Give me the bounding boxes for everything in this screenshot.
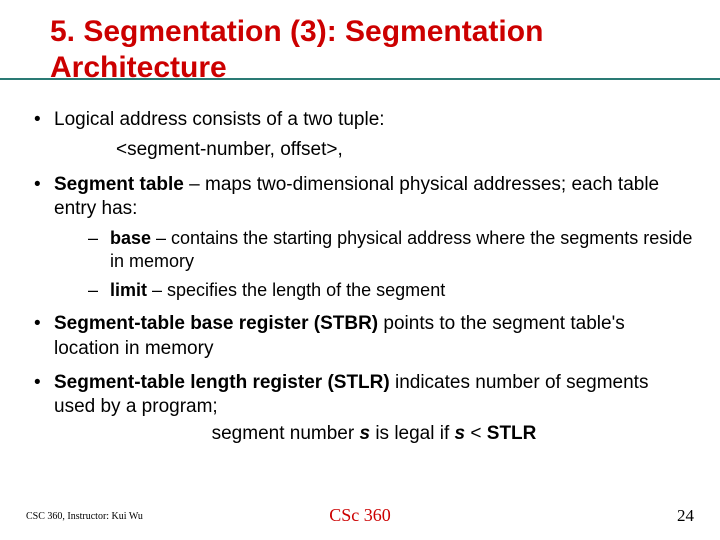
bullet-2-lead: Segment table bbox=[54, 174, 184, 195]
slide-body: Logical address consists of a two tuple:… bbox=[26, 108, 694, 446]
footer-center: CSc 360 bbox=[0, 505, 720, 526]
b4-l2-c: < bbox=[465, 423, 487, 444]
bullet-3: Segment-table base register (STBR) point… bbox=[26, 312, 694, 361]
bullet-2: Segment table – maps two-dimensional phy… bbox=[26, 173, 694, 303]
title-underline bbox=[0, 78, 720, 80]
bullet-2-sub-2-rest: – specifies the length of the segment bbox=[147, 280, 445, 300]
bullet-2-sub-1-lead: base bbox=[110, 228, 151, 248]
bullet-1-sub: <segment-number, offset>, bbox=[116, 138, 694, 162]
b4-l2-b: is legal if bbox=[370, 423, 454, 444]
b4-l2-d: STLR bbox=[487, 423, 537, 444]
slide-number: 24 bbox=[677, 506, 694, 526]
b4-l2-a: segment number bbox=[212, 423, 360, 444]
bullet-2-sub-1-rest: – contains the starting physical address… bbox=[110, 228, 692, 271]
bullet-2-sub-1: base – contains the starting physical ad… bbox=[88, 227, 694, 273]
b4-l2-s1: s bbox=[359, 423, 370, 444]
bullet-2-sub-2-lead: limit bbox=[110, 280, 147, 300]
bullet-2-sub-2: limit – specifies the length of the segm… bbox=[88, 279, 694, 302]
bullet-4-line2: segment number s is legal if s < STLR bbox=[54, 422, 694, 446]
b4-l2-s2: s bbox=[455, 423, 466, 444]
slide-title: 5. Segmentation (3): Segmentation Archit… bbox=[50, 14, 694, 86]
bullet-1: Logical address consists of a two tuple:… bbox=[26, 108, 694, 163]
bullet-1-text: Logical address consists of a two tuple: bbox=[54, 109, 385, 130]
bullet-3-lead: Segment-table base register (STBR) bbox=[54, 313, 378, 334]
bullet-4: Segment-table length register (STLR) ind… bbox=[26, 371, 694, 446]
bullet-4-lead: Segment-table length register (STLR) bbox=[54, 372, 390, 393]
